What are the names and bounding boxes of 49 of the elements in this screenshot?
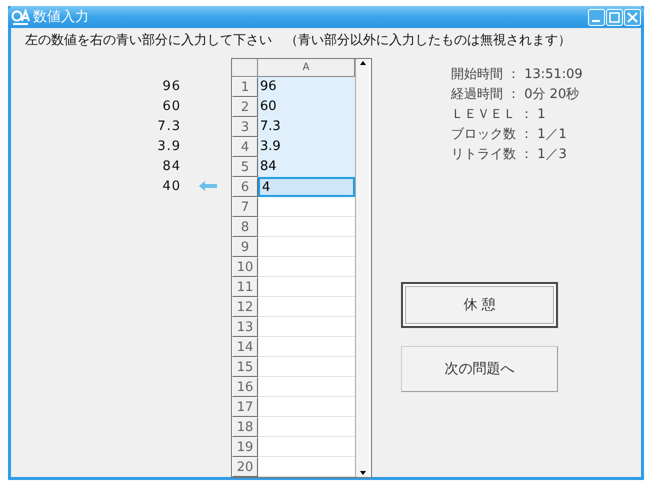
row-number: 7 — [232, 197, 258, 217]
maximize-icon[interactable] — [606, 8, 623, 26]
column-header: A — [258, 59, 355, 77]
row-number: 15 — [232, 357, 258, 377]
info-text: ブロック数 ： 1／1 — [451, 126, 568, 144]
window-title: 数値入力 — [33, 8, 90, 26]
prompt-number: 7.3 — [156, 118, 181, 134]
app-logo-icon — [11, 8, 30, 26]
row-number: 17 — [232, 397, 258, 417]
action-button[interactable]: 次の問題へ — [401, 346, 558, 392]
scrollbar[interactable] — [355, 59, 369, 477]
row-number: 11 — [232, 277, 258, 297]
prompt-number: 60 — [161, 98, 181, 114]
row-number: 19 — [232, 437, 258, 457]
table-cell[interactable]: 3.9 — [258, 137, 355, 157]
row-number: 20 — [232, 457, 258, 477]
table-cell[interactable]: 84 — [258, 157, 355, 177]
row-number: 10 — [232, 257, 258, 277]
row-number: 4 — [232, 137, 258, 157]
row-number: 9 — [232, 237, 258, 257]
table-cell[interactable]: 4 — [258, 177, 355, 197]
row-number: 8 — [232, 217, 258, 237]
instruction-text: 左の数値を右の青い部分に入力して下さい （青い部分以外に入力したものは無視されます） — [25, 33, 571, 48]
table-cell[interactable]: 96 — [258, 77, 355, 97]
row-number: 18 — [232, 417, 258, 437]
row-number: 13 — [232, 317, 258, 337]
row-number: 2 — [232, 97, 258, 117]
row-number: 1 — [232, 77, 258, 97]
row-number: 14 — [232, 337, 258, 357]
prompt-number: 96 — [161, 78, 181, 94]
table-cell[interactable]: 60 — [258, 97, 355, 117]
table-cell[interactable]: 7.3 — [258, 117, 355, 137]
info-text: リトライ数 ： 1／3 — [451, 146, 568, 164]
action-button[interactable]: 休 憩 — [401, 282, 558, 328]
prompt-number: 40 — [161, 178, 181, 194]
row-number: 16 — [232, 377, 258, 397]
row-number: 6 — [232, 177, 258, 197]
prompt-number: 84 — [161, 158, 181, 174]
info-text: ＬＥＶＥＬ ： 1 — [451, 106, 547, 124]
prompt-number: 3.9 — [156, 138, 181, 154]
row-number: 5 — [232, 157, 258, 177]
header-corner — [232, 59, 258, 77]
arrow-icon — [199, 180, 217, 192]
minimize-icon[interactable] — [588, 8, 605, 26]
info-text: 経過時間 ： 0分 20秒 — [451, 86, 580, 104]
row-number: 3 — [232, 117, 258, 137]
info-text: 開始時間 ： 13:51:09 — [451, 66, 583, 84]
row-number: 12 — [232, 297, 258, 317]
close-icon[interactable] — [624, 8, 641, 26]
